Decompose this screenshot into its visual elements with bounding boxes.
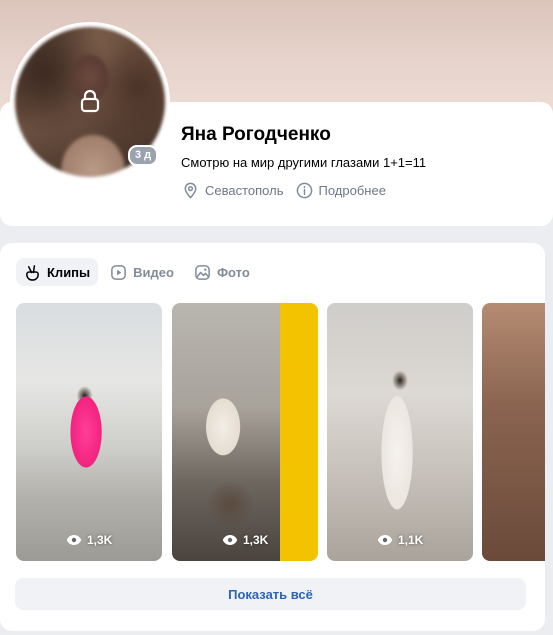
media-tabs: Клипы Видео Фото bbox=[16, 258, 258, 286]
clip-views: 1,1K bbox=[377, 533, 423, 547]
clips-carousel: 1,3K 1,3K 1,1K bbox=[16, 303, 545, 561]
city-label: Севастополь bbox=[205, 182, 284, 198]
profile-status: Смотрю на мир другими глазами 1+1=11 bbox=[181, 155, 427, 170]
eye-icon bbox=[66, 535, 82, 545]
clips-icon bbox=[26, 264, 39, 281]
clip-views-count: 1,3K bbox=[243, 533, 269, 547]
clip-thumbnail[interactable] bbox=[482, 303, 545, 561]
location-pin-icon bbox=[184, 182, 197, 199]
clip-views-count: 1,1K bbox=[398, 533, 424, 547]
profile-name: Яна Рогодченко bbox=[181, 124, 331, 145]
profile-meta: Севастополь Подробнее bbox=[182, 180, 386, 200]
photo-icon bbox=[195, 264, 210, 280]
lock-icon bbox=[80, 89, 100, 113]
last-seen-badge: 3 д bbox=[128, 145, 159, 166]
tab-video[interactable]: Видео bbox=[102, 258, 182, 286]
video-icon bbox=[111, 264, 127, 280]
tab-video-label: Видео bbox=[133, 264, 174, 280]
city-item[interactable]: Севастополь bbox=[182, 182, 284, 199]
tab-photo-label: Фото bbox=[216, 264, 250, 280]
info-icon bbox=[296, 182, 312, 198]
media-card: Клипы Видео Фото 1,3K 1,3K 1,1K Показать… bbox=[0, 243, 545, 631]
clip-thumbnail[interactable]: 1,1K bbox=[327, 303, 473, 561]
tab-clips[interactable]: Клипы bbox=[16, 258, 99, 286]
tab-photo[interactable]: Фото bbox=[186, 258, 258, 286]
eye-icon bbox=[377, 535, 393, 545]
tab-clips-label: Клипы bbox=[47, 264, 91, 280]
clip-views: 1,3K bbox=[66, 533, 112, 547]
clip-views: 1,3K bbox=[222, 533, 268, 547]
eye-icon bbox=[222, 535, 238, 545]
show-all-button[interactable]: Показать всё bbox=[15, 578, 526, 610]
more-info-item[interactable]: Подробнее bbox=[296, 182, 386, 199]
more-info-label: Подробнее bbox=[318, 182, 386, 198]
clip-thumbnail[interactable]: 1,3K bbox=[172, 303, 318, 561]
clip-views-count: 1,3K bbox=[87, 533, 113, 547]
clip-thumbnail[interactable]: 1,3K bbox=[16, 303, 162, 561]
